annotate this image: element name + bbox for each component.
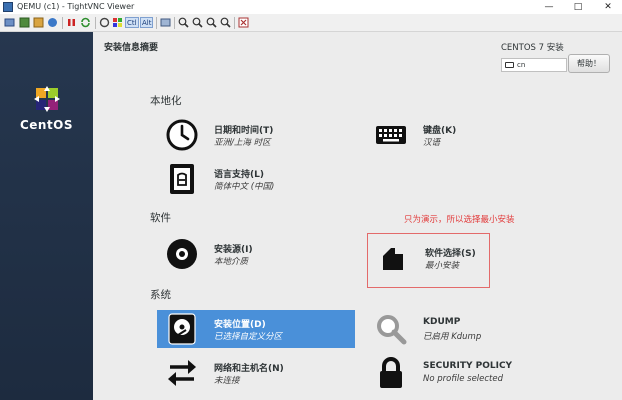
fullscreen-icon[interactable]	[238, 17, 249, 28]
transfer-icon[interactable]	[160, 17, 171, 28]
spoke-keyboard[interactable]: 键盘(K) 汉语	[366, 116, 556, 154]
annotation-text: 只为演示，所以选择最小安装	[404, 215, 515, 225]
minimize-button[interactable]: —	[535, 0, 563, 14]
zoom-out-icon[interactable]	[192, 17, 203, 28]
spoke-security-policy[interactable]: SECURITY POLICY No profile selected	[366, 354, 566, 392]
clock-icon	[166, 119, 198, 151]
spoke-network[interactable]: 网络和主机名(N) 未连接	[157, 354, 355, 392]
spoke-kdump[interactable]: KDUMP 已启用 Kdump	[366, 310, 566, 348]
close-button[interactable]: ✕	[594, 0, 622, 14]
keyboard-icon	[376, 126, 406, 144]
window-titlebar: QEMU (c1) - TightVNC Viewer — □ ✕	[0, 0, 622, 14]
help-button[interactable]: 帮助！	[568, 54, 610, 73]
vnc-toolbar: Ctl Alt	[0, 14, 622, 32]
package-icon	[383, 248, 403, 270]
page-title: 安装信息摘要	[104, 43, 159, 53]
keyboard-mini-icon	[505, 62, 514, 68]
spoke-install-source-title: 安装源(I)	[214, 245, 253, 255]
network-arrows-icon	[168, 360, 196, 386]
centos-logo-icon	[34, 86, 60, 112]
maximize-button[interactable]: □	[564, 0, 592, 14]
zoom-fit-icon[interactable]	[220, 17, 231, 28]
pause-icon[interactable]	[66, 17, 77, 28]
refresh-icon[interactable]	[80, 17, 91, 28]
window-title: QEMU (c1) - TightVNC Viewer	[17, 2, 135, 11]
spoke-kdump-status: 已启用 Kdump	[423, 332, 482, 342]
spoke-install-destination-status: 已选择自定义分区	[214, 332, 283, 342]
padlock-icon	[380, 357, 402, 388]
section-localization: 本地化	[150, 95, 182, 107]
spoke-security-policy-status: No profile selected	[423, 374, 504, 384]
zoom-100-icon[interactable]	[206, 17, 217, 28]
app-icon	[3, 2, 13, 12]
spoke-datetime-title: 日期和时间(T)	[214, 126, 274, 136]
ctrl-alt-del-icon[interactable]	[99, 17, 110, 28]
section-software: 软件	[150, 212, 171, 224]
spoke-software-selection-status: 最小安装	[425, 261, 460, 271]
keyboard-layout-indicator[interactable]: cn	[501, 58, 567, 72]
section-system: 系统	[150, 289, 171, 301]
language-icon	[170, 164, 194, 194]
spoke-network-status: 未连接	[214, 376, 240, 386]
spoke-software-selection[interactable]: 软件选择(S) 最小安装	[368, 239, 486, 277]
spoke-language-status: 简体中文 (中国)	[214, 182, 275, 192]
spoke-install-source-status: 本地介质	[214, 257, 249, 267]
keyboard-layout-label: cn	[517, 61, 526, 69]
spoke-keyboard-status: 汉语	[423, 138, 441, 148]
spoke-datetime[interactable]: 日期和时间(T) 亚洲/上海 时区	[157, 116, 347, 154]
alt-toggle-button[interactable]: Alt	[140, 17, 154, 28]
sidebar: CentOS	[0, 32, 93, 400]
spoke-network-title: 网络和主机名(N)	[214, 364, 284, 374]
spoke-install-destination-title: 安装位置(D)	[214, 320, 266, 330]
options-icon[interactable]	[33, 17, 44, 28]
centos-brand: CentOS	[19, 118, 74, 132]
spoke-kdump-title: KDUMP	[423, 317, 461, 327]
info-icon[interactable]	[47, 17, 58, 28]
windows-key-icon[interactable]	[112, 17, 123, 28]
spoke-language-title: 语言支持(L)	[214, 170, 264, 180]
ctrl-toggle-button[interactable]: Ctl	[125, 17, 139, 28]
new-connection-icon[interactable]	[4, 17, 15, 28]
spoke-keyboard-title: 键盘(K)	[423, 126, 457, 136]
disc-icon	[167, 239, 197, 269]
zoom-in-icon[interactable]	[178, 17, 189, 28]
spoke-software-selection-title: 软件选择(S)	[425, 249, 476, 259]
save-icon[interactable]	[19, 17, 30, 28]
spoke-datetime-status: 亚洲/上海 时区	[214, 138, 271, 148]
spoke-security-policy-title: SECURITY POLICY	[423, 361, 513, 371]
harddisk-icon	[168, 313, 196, 345]
spoke-install-destination[interactable]: 安装位置(D) 已选择自定义分区	[157, 310, 355, 348]
spoke-install-source[interactable]: 安装源(I) 本地介质	[157, 235, 347, 273]
magnifier-icon	[377, 315, 407, 345]
spoke-language[interactable]: 语言支持(L) 简体中文 (中国)	[157, 160, 347, 198]
product-title: CENTOS 7 安装	[501, 43, 564, 53]
